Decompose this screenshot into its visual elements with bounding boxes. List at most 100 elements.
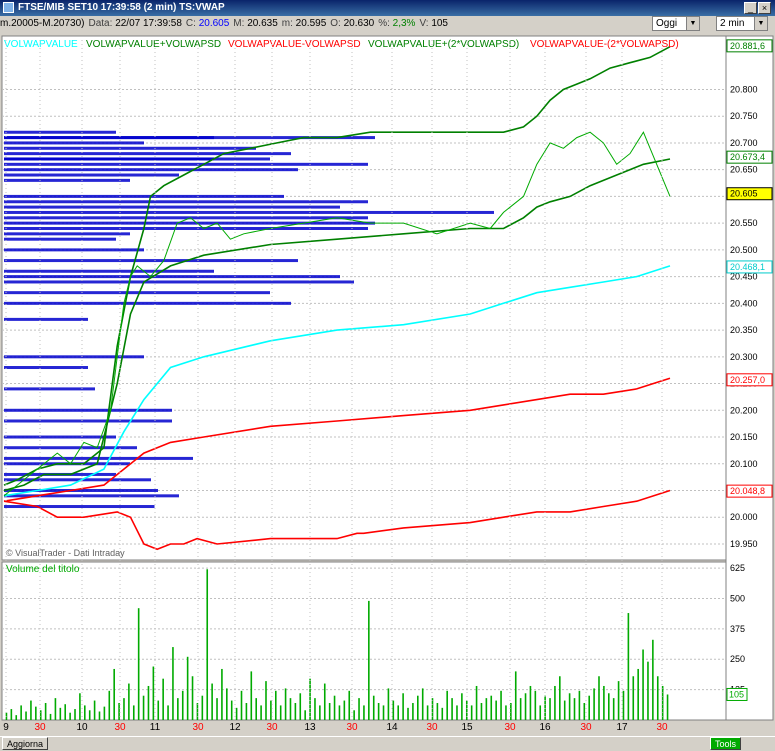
- volume-profile-bar: [4, 210, 494, 214]
- minimize-button[interactable]: _: [744, 2, 757, 14]
- price-tag: 20.605: [730, 189, 758, 199]
- time-axis-label: 30: [346, 722, 358, 733]
- price-axis-label: 20.700: [730, 138, 758, 148]
- quote-field-label: V:: [419, 18, 432, 29]
- time-axis-label: 14: [386, 722, 398, 733]
- quote-field-label: Data:: [88, 18, 116, 29]
- quote-field: V: 105: [419, 18, 448, 29]
- window-title: FTSE/MIB SET10 17:39:58 (2 min) TS:VWAP: [18, 2, 225, 13]
- quote-info-bar: m.20005-M.20730) Data: 22/07 17:39:58 C: 2…: [0, 17, 640, 31]
- quote-field-value: 20.630: [343, 18, 375, 29]
- app-icon: [3, 2, 14, 13]
- quote-field-value: 22/07 17:39:58: [115, 18, 182, 29]
- price-tag: 20.048,8: [730, 486, 765, 496]
- period-value: Oggi: [656, 18, 678, 29]
- time-axis-label: 12: [229, 722, 241, 733]
- volume-profile-bar: [4, 435, 116, 439]
- window-titlebar: FTSE/MIB SET10 17:39:58 (2 min) TS:VWAP …: [0, 0, 775, 16]
- legend-entry: VOLWAPVALUE: [4, 39, 78, 50]
- interval-dropdown[interactable]: 2 min ▼: [716, 16, 768, 31]
- quote-field: C: 20.605: [186, 18, 229, 29]
- interval-value: 2 min: [720, 18, 745, 29]
- period-dropdown[interactable]: Oggi ▼: [652, 16, 700, 31]
- quote-field-value: 2,3%: [392, 18, 416, 29]
- quote-field-value: 20.605: [198, 18, 230, 29]
- price-tag: 20.468,1: [730, 262, 765, 272]
- time-axis-label: 30: [192, 722, 204, 733]
- volume-profile-bar: [4, 237, 116, 241]
- volume-profile-bar: [4, 157, 214, 161]
- legend-entry: VOLWAPVALUE-(2*VOLWAPSD): [530, 39, 679, 50]
- bottom-bar: Aggiorna Tools: [0, 736, 775, 751]
- volume-profile-bar: [4, 200, 368, 204]
- price-axis-label: 20.000: [730, 512, 758, 522]
- volume-profile-bar: [4, 173, 179, 177]
- quote-field: m: 20.595: [282, 18, 326, 29]
- update-button[interactable]: Aggiorna: [2, 737, 49, 750]
- legend-entry: VOLWAPVALUE-VOLWAPSD: [228, 39, 361, 50]
- chart-area[interactable]: 20.80020.75020.70020.65020.60020.55020.5…: [0, 34, 775, 734]
- time-axis-label: 15: [461, 722, 473, 733]
- quote-field: m.20005-M.20730): [0, 18, 85, 29]
- volume-profile-bar: [4, 446, 137, 450]
- time-axis-label: 30: [656, 722, 668, 733]
- volume-profile-bar: [4, 317, 88, 321]
- time-axis-label: 9: [3, 722, 9, 733]
- quote-field-label: O:: [330, 18, 344, 29]
- volume-profile-bar: [4, 141, 144, 145]
- price-axis-label: 20.300: [730, 352, 758, 362]
- tools-button[interactable]: Tools: [710, 737, 742, 750]
- time-axis-label: 30: [504, 722, 516, 733]
- volume-profile-bar: [4, 478, 151, 482]
- volume-profile-bar: [4, 366, 88, 370]
- quote-field-label: m:: [281, 18, 296, 29]
- price-tag: 20.257,0: [730, 375, 765, 385]
- volume-axis-label: 625: [730, 563, 745, 573]
- volume-profile-bar: [4, 419, 172, 423]
- volume-profile-bar: [4, 259, 298, 263]
- volume-profile-bar: [4, 130, 116, 134]
- volume-profile-bar: [4, 291, 270, 295]
- watermark: © VisualTrader - Dati Intraday: [6, 548, 125, 558]
- price-axis-label: 20.100: [730, 459, 758, 469]
- time-axis-label: 17: [616, 722, 628, 733]
- chevron-down-icon: ▼: [754, 17, 767, 30]
- volume-profile-bar: [4, 146, 256, 150]
- price-axis-label: 20.750: [730, 111, 758, 121]
- price-axis-label: 20.350: [730, 325, 758, 335]
- chevron-down-icon: ▼: [686, 17, 699, 30]
- volume-profile-bar: [4, 301, 291, 305]
- price-axis-label: 20.650: [730, 165, 758, 175]
- quote-field-label: %:: [378, 18, 393, 29]
- quote-field-value: 105: [431, 18, 448, 29]
- volume-profile-bar: [4, 162, 368, 166]
- quote-field-value: 20.635: [247, 18, 278, 29]
- legend-entry: VOLWAPVALUE+VOLWAPSD: [86, 39, 221, 50]
- close-icon[interactable]: ×: [758, 2, 771, 14]
- time-axis-label: 16: [539, 722, 551, 733]
- quote-field-label: C:: [185, 18, 199, 29]
- time-axis-label: 13: [304, 722, 316, 733]
- price-tag: 20.673,4: [730, 152, 765, 162]
- volume-profile-bar: [4, 226, 368, 230]
- quote-field-value: 20.595: [295, 18, 327, 29]
- volume-axis-label: 250: [730, 654, 745, 664]
- quote-field: %: 2,3%: [378, 18, 415, 29]
- volume-panel: [1, 561, 727, 721]
- price-axis-label: 20.550: [730, 218, 758, 228]
- price-axis-label: 20.400: [730, 298, 758, 308]
- price-axis-label: 20.150: [730, 432, 758, 442]
- volume-profile-bar: [4, 269, 214, 273]
- volume-profile-bar: [4, 205, 340, 209]
- quote-field: O: 20.630: [330, 18, 374, 29]
- volume-profile-bar: [4, 168, 298, 172]
- price-axis-label: 20.500: [730, 245, 758, 255]
- volume-last-value: 105: [729, 689, 744, 699]
- volume-profile-bar: [4, 275, 340, 279]
- legend-entry: VOLWAPVALUE+(2*VOLWAPSD): [368, 39, 519, 50]
- volume-title: Volume del titolo: [6, 564, 80, 575]
- time-axis-label: 11: [150, 722, 161, 733]
- time-axis-label: 30: [426, 722, 438, 733]
- volume-profile-bar: [4, 248, 144, 252]
- volume-profile-bar: [4, 216, 368, 220]
